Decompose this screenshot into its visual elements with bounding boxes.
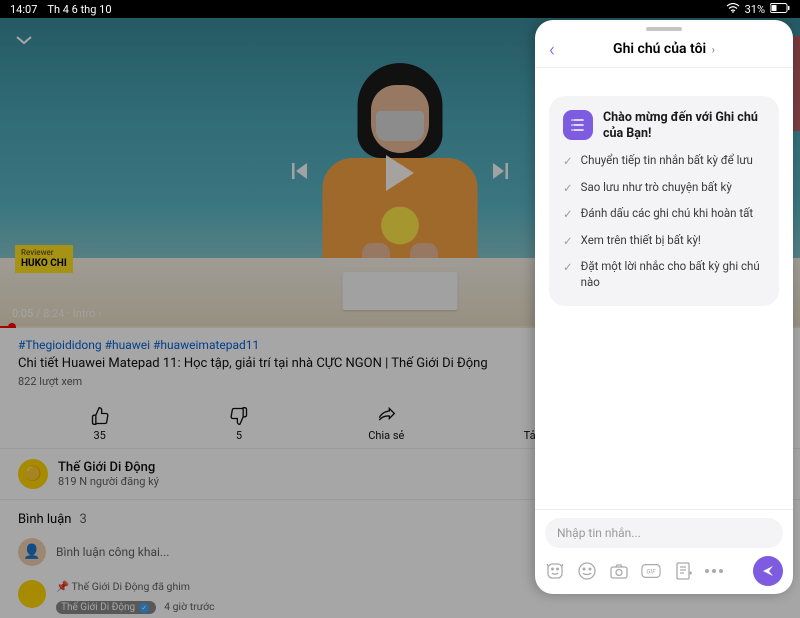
collapse-icon[interactable] (15, 30, 33, 51)
pinned-time: 4 giờ trước (164, 600, 215, 613)
message-input[interactable]: Nhập tin nhắn... (545, 518, 783, 548)
subscriber-count: 819 N người đăng ký (58, 475, 159, 488)
list-item: ✓Đánh dấu các ghi chú khi hoàn tất (563, 206, 765, 223)
status-time: 14:07 (10, 3, 37, 16)
share-button[interactable]: Chia sẻ (368, 406, 404, 442)
progress-thumb[interactable] (8, 323, 16, 328)
notes-body: Chào mừng đến với Ghi chú của Bạn! ✓Chuy… (535, 68, 793, 509)
dislike-count: 5 (236, 429, 242, 442)
svg-text:GIF: GIF (646, 568, 656, 576)
gif-icon[interactable]: GIF (641, 561, 661, 581)
channel-avatar[interactable]: 🟡 (18, 459, 48, 489)
list-item: ✓Chuyển tiếp tin nhắn bất kỳ để lưu (563, 153, 765, 170)
emoji-icon[interactable] (577, 561, 597, 581)
notes-header: ‹ Ghi chú của tôi › (535, 31, 793, 68)
list-item: ✓Sao lưu như trò chuyện bất kỳ (563, 180, 765, 197)
status-date: Th 4 6 thg 10 (47, 3, 111, 16)
product-box (343, 272, 458, 310)
thumbs-up-icon (90, 406, 110, 426)
battery-percent: 31% (745, 3, 765, 16)
welcome-card: Chào mừng đến với Ghi chú của Bạn! ✓Chuy… (549, 96, 779, 306)
reviewer-badge: Reviewer HUKO CHI (15, 245, 73, 273)
check-icon: ✓ (563, 154, 573, 170)
check-icon: ✓ (563, 207, 573, 223)
chapter-label: Intro (73, 307, 96, 320)
dislike-button[interactable]: 5 (229, 406, 249, 442)
play-button[interactable] (386, 155, 414, 191)
thumbs-down-icon (229, 406, 249, 426)
list-item: ✓Xem trên thiết bị bất kỳ! (563, 233, 765, 250)
share-icon (376, 406, 396, 426)
camera-icon[interactable] (609, 561, 629, 581)
like-count: 35 (93, 429, 105, 442)
status-bar: 14:07 Th 4 6 thg 10 31% (0, 0, 800, 18)
notes-icon (563, 110, 593, 140)
pinned-by-label: 📌 Thế Giới Di Động đã ghim (56, 580, 215, 593)
prev-button[interactable] (289, 160, 311, 186)
current-time: 0:05 (12, 307, 33, 320)
comment-placeholder[interactable]: Bình luận công khai... (56, 545, 169, 559)
wifi-icon (726, 3, 740, 16)
sticker-icon[interactable] (545, 561, 565, 581)
check-icon: ✓ (563, 181, 573, 197)
comments-count: 3 (79, 512, 86, 527)
notes-title[interactable]: Ghi chú của tôi › (613, 41, 715, 57)
notes-footer: Nhập tin nhắn... GIF (535, 509, 793, 594)
more-icon[interactable] (705, 569, 723, 573)
user-avatar: 👤 (18, 538, 46, 566)
welcome-list: ✓Chuyển tiếp tin nhắn bất kỳ để lưu ✓Sao… (563, 153, 765, 290)
send-button[interactable] (753, 556, 783, 586)
check-icon: ✓ (563, 260, 573, 276)
comments-label: Bình luận (18, 512, 71, 527)
welcome-title: Chào mừng đến với Ghi chú của Bạn! (603, 110, 765, 141)
channel-name: Thế Giới Di Động (58, 460, 159, 475)
pinned-avatar (18, 580, 46, 608)
list-item: ✓Đặt một lời nhắc cho bất kỳ ghi chú nào (563, 259, 765, 290)
battery-icon (770, 3, 790, 16)
back-icon[interactable]: ‹ (549, 37, 555, 61)
attach-icon[interactable] (673, 561, 693, 581)
notes-panel: ‹ Ghi chú của tôi › Chào mừng đến với Gh… (535, 20, 793, 594)
next-button[interactable] (489, 160, 511, 186)
pinned-author-badge: Thế Giới Di Động✓ (56, 601, 156, 614)
duration: 8:24 (43, 307, 64, 320)
like-button[interactable]: 35 (90, 406, 110, 442)
check-icon: ✓ (563, 234, 573, 250)
